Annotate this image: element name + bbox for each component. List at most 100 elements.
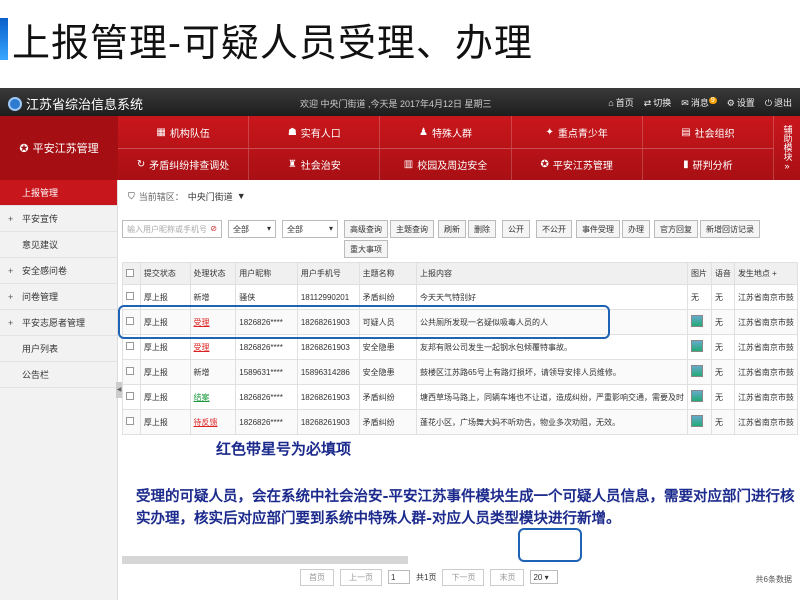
col-handle-status[interactable]: 处理状态 bbox=[189, 262, 237, 285]
sidebar-item-label: 意见建议 bbox=[22, 240, 59, 250]
caret-down-icon: ▾ bbox=[266, 224, 271, 233]
col-voice[interactable]: 语音 bbox=[710, 262, 735, 285]
search-input[interactable]: 输入用户昵称或手机号 ⊘ bbox=[122, 220, 222, 238]
home-link[interactable]: ⌂ 首页 bbox=[608, 96, 633, 109]
nav-item-org[interactable]: ▦ 机构队伍 bbox=[118, 116, 250, 148]
nav-item-population[interactable]: ☗ 实有人口 bbox=[249, 116, 381, 148]
next-page-button[interactable]: 下一页 bbox=[442, 568, 485, 586]
cell-place: 江苏省南京市鼓 bbox=[733, 359, 799, 385]
home-icon: ⌂ bbox=[608, 98, 614, 108]
table-row[interactable]: 厚上报 结案 1826826**** 18268261903 矛盾纠纷 塘西草场马路上，同… bbox=[122, 384, 799, 410]
nav-item-safe-jiangsu[interactable]: ✪ 平安江苏管理 bbox=[512, 149, 643, 180]
image-thumbnail-icon[interactable] bbox=[690, 415, 703, 427]
side-menu: 上报管理 + 平安宣传意见建议 + 安全感问卷 + 问卷管理 + 平安志愿者管理用户列表公告栏 bbox=[0, 180, 118, 600]
delete-button[interactable]: 删除 bbox=[468, 220, 496, 238]
sidebar-item-label: 用户列表 bbox=[22, 344, 59, 354]
row-checkbox[interactable] bbox=[122, 359, 141, 385]
public-button[interactable]: 公开 bbox=[502, 220, 530, 238]
row-checkbox[interactable] bbox=[122, 384, 141, 410]
nav-item-campus[interactable]: ▥ 校园及周边安全 bbox=[380, 149, 512, 180]
cell-place: 江苏省南京市鼓 bbox=[733, 409, 799, 435]
cell-topic: 矛盾纠纷 bbox=[358, 384, 417, 410]
first-page-button[interactable]: 首页 bbox=[300, 568, 334, 586]
caret-down-icon[interactable]: ▼ bbox=[237, 191, 246, 201]
cell-voice: 无 bbox=[710, 384, 735, 410]
col-topic[interactable]: 主题名称 bbox=[358, 262, 417, 285]
cell-voice: 无 bbox=[710, 409, 735, 435]
message-badge: 9 bbox=[708, 97, 717, 104]
sidebar-item[interactable]: + 问卷管理 bbox=[0, 284, 117, 310]
logout-link[interactable]: ⏻ 退出 bbox=[765, 96, 792, 109]
settings-link[interactable]: ⚙ 设置 bbox=[727, 96, 755, 109]
add-column-icon[interactable]: + bbox=[772, 269, 777, 278]
location-value[interactable]: 中央门街道 bbox=[188, 190, 233, 203]
row-checkbox[interactable] bbox=[122, 409, 141, 435]
topic-search-button[interactable]: 主题查询 bbox=[390, 220, 434, 238]
advanced-search-button[interactable]: 高级查询 bbox=[344, 220, 388, 238]
cell-phone: 18268261903 bbox=[296, 384, 360, 410]
cell-image[interactable] bbox=[686, 384, 712, 410]
shield-icon: ✪ bbox=[540, 159, 549, 170]
sidebar-item[interactable]: + 平安志愿者管理 bbox=[0, 310, 117, 336]
image-thumbnail-icon[interactable] bbox=[690, 390, 703, 402]
cell-image[interactable] bbox=[686, 409, 712, 435]
select-all-checkbox[interactable] bbox=[122, 262, 141, 285]
nav-item-analysis[interactable]: ▮ 研判分析 bbox=[643, 149, 775, 180]
col-submit-status[interactable]: 提交状态 bbox=[139, 262, 191, 285]
sidebar-item[interactable]: 公告栏 bbox=[0, 362, 117, 388]
sidebar-item[interactable]: 用户列表 bbox=[0, 336, 117, 362]
nav-item-disputes[interactable]: ↻ 矛盾纠纷排查调处 bbox=[118, 149, 250, 180]
refresh-button[interactable]: 刷新 bbox=[438, 220, 466, 238]
cell-place: 江苏省南京市鼓 bbox=[733, 309, 799, 335]
sidebar-item[interactable]: 意见建议 bbox=[0, 232, 117, 258]
add-visit-record-button[interactable]: 新增回访记录 bbox=[700, 220, 760, 238]
nav-item-security[interactable]: ♜ 社会治安 bbox=[249, 149, 381, 180]
nav-aux-modules[interactable]: 辅助模块 » bbox=[774, 116, 800, 180]
app-top-bar: 江苏省综治信息系统 欢迎 中央门街道 ,今天是 2017年4月12日 星期三 ⌂… bbox=[0, 88, 800, 116]
nav-item-special-groups[interactable]: ♟ 特殊人群 bbox=[380, 116, 512, 148]
cell-content: 鼓楼区江苏路65号上有路灯损坏，请领导安排人员维修。 bbox=[415, 359, 688, 385]
status-select[interactable]: 全部 ▾ bbox=[228, 220, 276, 238]
last-page-button[interactable]: 末页 bbox=[490, 568, 525, 586]
cell-image[interactable] bbox=[686, 359, 712, 385]
event-accept-button[interactable]: 事件受理 bbox=[576, 220, 620, 238]
sidebar-item[interactable]: 上报管理 bbox=[0, 180, 117, 206]
sidebar-item[interactable]: + 安全感问卷 bbox=[0, 258, 117, 284]
nav-brand[interactable]: ✪ 平安江苏管理 bbox=[0, 116, 118, 180]
image-thumbnail-icon[interactable] bbox=[690, 315, 703, 327]
table-row[interactable]: 厚上报 新增 1589631**** 15896314286 安全隐患 鼓楼区江苏路65号… bbox=[122, 359, 799, 385]
cell-handle-status[interactable]: 结案 bbox=[189, 384, 237, 410]
cell-image[interactable] bbox=[686, 309, 712, 335]
cell-handle-status[interactable]: 待反馈 bbox=[189, 409, 237, 435]
toolbar: 输入用户昵称或手机号 ⊘ 全部 ▾ 全部 ▾ 高级查询 主题查询 刷新 删除 公开 … bbox=[122, 218, 798, 258]
pagination: 首页 上一页 1 共1页 下一页 末页 20 ▾ bbox=[300, 568, 559, 586]
page-size-select[interactable]: 20 ▾ bbox=[530, 570, 559, 584]
col-content[interactable]: 上报内容 bbox=[415, 262, 688, 285]
official-reply-button[interactable]: 官方回复 bbox=[654, 220, 698, 238]
major-event-button[interactable]: 重大事项 bbox=[344, 240, 388, 258]
school-icon: ▥ bbox=[403, 159, 414, 170]
col-phone[interactable]: 用户手机号 bbox=[296, 262, 360, 285]
app-logo: 江苏省综治信息系统 bbox=[8, 94, 143, 113]
col-nickname[interactable]: 用户昵称 bbox=[235, 262, 298, 285]
nav-item-youth[interactable]: ✦ 重点青少年 bbox=[512, 116, 643, 148]
private-button[interactable]: 不公开 bbox=[536, 220, 572, 238]
horizontal-scrollbar[interactable] bbox=[122, 556, 408, 564]
cell-image[interactable] bbox=[686, 334, 712, 360]
shield-icon: ✪ bbox=[19, 142, 29, 155]
col-image[interactable]: 图片 bbox=[686, 262, 712, 285]
clear-icon[interactable]: ⊘ bbox=[210, 224, 217, 233]
sidebar-item-label: 平安宣传 bbox=[22, 214, 59, 224]
col-place[interactable]: 发生地点 + bbox=[733, 262, 799, 285]
switch-link[interactable]: ⇄ 切换 bbox=[644, 96, 672, 109]
type-select[interactable]: 全部 ▾ bbox=[282, 220, 338, 238]
sidebar-item[interactable]: + 平安宣传 bbox=[0, 206, 117, 232]
message-link[interactable]: ✉ 消息 9 bbox=[681, 96, 717, 109]
nav-item-social-org[interactable]: ▤ 社会组织 bbox=[643, 116, 775, 148]
table-row[interactable]: 厚上报 待反馈 1826826**** 18268261903 矛盾纠纷 蓬花小区，广场舞… bbox=[122, 409, 799, 435]
image-thumbnail-icon[interactable] bbox=[690, 365, 703, 377]
prev-page-button[interactable]: 上一页 bbox=[340, 568, 382, 586]
page-number-input[interactable]: 1 bbox=[388, 570, 410, 584]
image-thumbnail-icon[interactable] bbox=[690, 340, 703, 352]
handle-button[interactable]: 办理 bbox=[622, 220, 650, 238]
